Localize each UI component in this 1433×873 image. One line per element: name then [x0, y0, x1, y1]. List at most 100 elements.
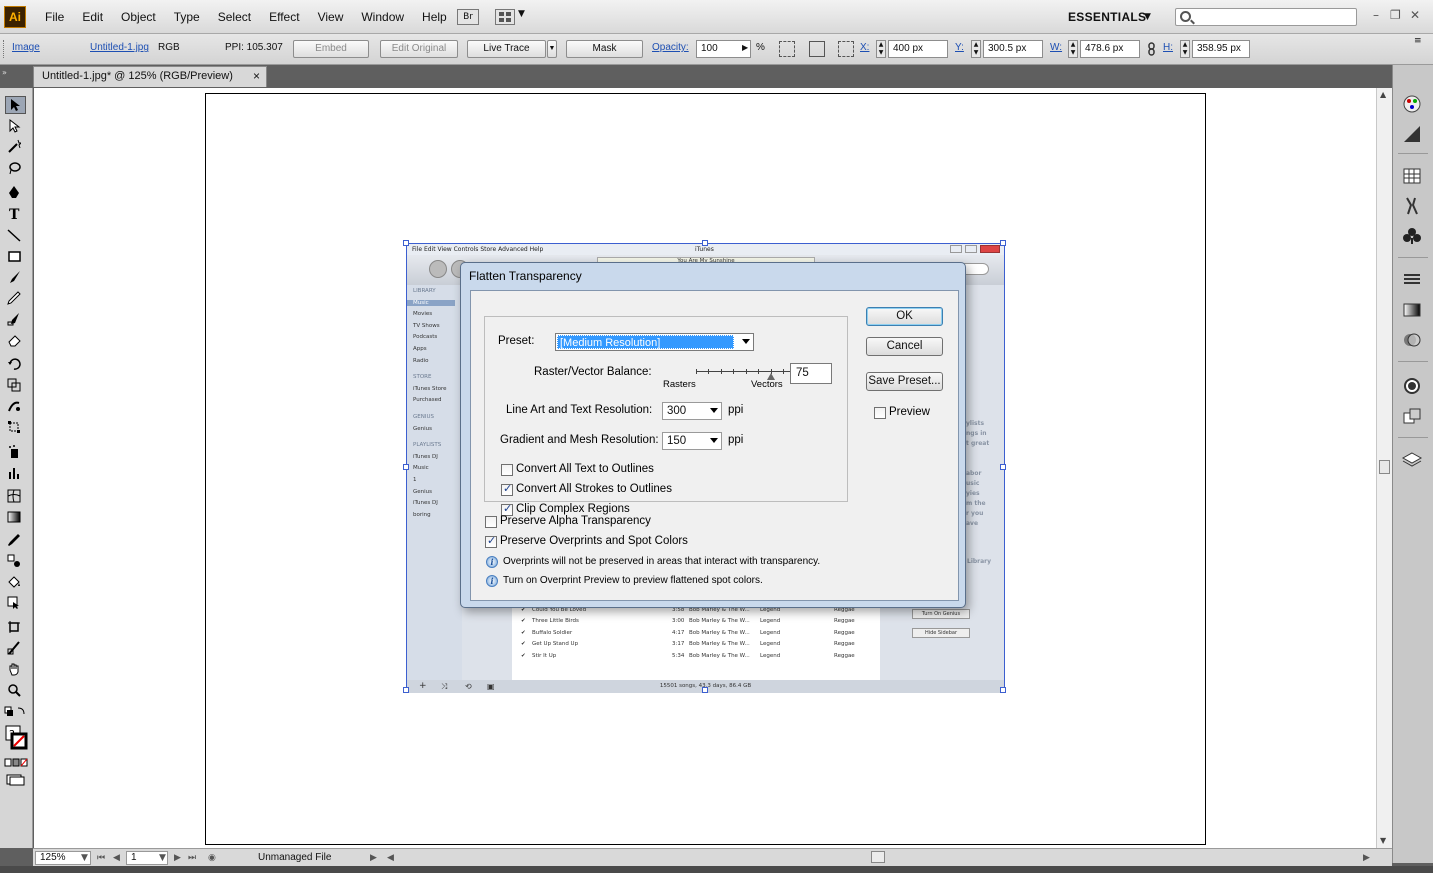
ok-button[interactable]: OK: [866, 307, 943, 326]
chevron-right-icon[interactable]: ▶: [742, 43, 748, 52]
zoom-tool[interactable]: [5, 682, 26, 700]
arrange-documents-icon[interactable]: [495, 9, 515, 25]
menu-effect[interactable]: Effect: [260, 0, 308, 34]
scroll-down-icon[interactable]: ▼: [1380, 836, 1386, 845]
fill-stroke-swatches[interactable]: ?: [4, 724, 28, 752]
hand-tool[interactable]: [5, 661, 26, 679]
menu-select[interactable]: Select: [209, 0, 260, 34]
appearance-icon[interactable]: [1401, 375, 1423, 397]
horizontal-scroll-thumb[interactable]: [871, 851, 885, 863]
x-stepper[interactable]: ▲ ▼: [876, 40, 886, 58]
next-artboard-icon[interactable]: ▶: [174, 851, 181, 865]
selection-tool[interactable]: [5, 96, 26, 114]
object-type-label[interactable]: Image: [12, 42, 40, 53]
vertical-scrollbar[interactable]: ▲ ▼: [1376, 88, 1392, 848]
color-panel-icon[interactable]: [1401, 93, 1423, 115]
status-menu-icon[interactable]: ▶: [370, 851, 377, 865]
scroll-right-icon[interactable]: ▶: [1363, 851, 1370, 865]
resize-handle[interactable]: [1000, 687, 1006, 693]
magic-wand-tool[interactable]: [5, 138, 26, 156]
mesh-tool[interactable]: [5, 488, 26, 506]
transform-icon[interactable]: [809, 41, 825, 57]
resize-handle[interactable]: [403, 240, 409, 246]
menu-edit[interactable]: Edit: [73, 0, 112, 34]
bridge-button[interactable]: Br: [457, 9, 479, 25]
width-field[interactable]: 478.6 px: [1080, 40, 1140, 58]
convert-text-outlines-checkbox[interactable]: [501, 464, 513, 476]
balance-value-field[interactable]: 75: [790, 363, 832, 384]
resize-handle[interactable]: [1000, 240, 1006, 246]
resize-handle[interactable]: [403, 464, 409, 470]
swatches-icon[interactable]: [1401, 165, 1423, 187]
y-label[interactable]: Y:: [955, 42, 964, 53]
blob-brush-tool[interactable]: [5, 311, 26, 329]
menu-type[interactable]: Type: [165, 0, 209, 34]
raster-vector-slider[interactable]: [696, 369, 796, 380]
preset-dropdown[interactable]: [Medium Resolution]: [555, 333, 754, 351]
direct-selection-tool[interactable]: [5, 118, 26, 136]
slice-tool[interactable]: [5, 640, 26, 658]
y-stepper[interactable]: ▲ ▼: [971, 40, 981, 58]
eraser-tool[interactable]: [5, 332, 26, 350]
minimize-icon[interactable]: –: [1373, 8, 1379, 22]
cancel-button[interactable]: Cancel: [866, 337, 943, 356]
close-icon[interactable]: ×: [253, 67, 260, 86]
chevron-down-icon[interactable]: ▼: [1144, 0, 1151, 34]
workspace-switcher[interactable]: ESSENTIALS: [1068, 0, 1146, 34]
convert-strokes-outlines-checkbox[interactable]: [501, 482, 513, 496]
first-artboard-icon[interactable]: ⏮: [97, 851, 105, 865]
artboard-tool[interactable]: [5, 619, 26, 637]
layers-icon[interactable]: [1401, 449, 1423, 471]
menu-object[interactable]: Object: [112, 0, 165, 34]
line-art-resolution-dropdown[interactable]: 300: [662, 402, 722, 420]
vertical-scroll-thumb[interactable]: [1379, 460, 1390, 474]
last-artboard-icon[interactable]: ⏭: [188, 851, 196, 865]
transparency-icon[interactable]: [1401, 329, 1423, 351]
preserve-alpha-checkbox[interactable]: [485, 516, 497, 528]
height-label[interactable]: H:: [1163, 42, 1173, 53]
collapse-tools-icon[interactable]: »: [2, 68, 7, 77]
blend-tool[interactable]: [5, 553, 26, 571]
default-colors-icon[interactable]: [4, 706, 28, 718]
live-trace-button[interactable]: Live Trace: [467, 40, 546, 58]
document-tab[interactable]: Untitled-1.jpg* @ 125% (RGB/Preview) ×: [33, 66, 267, 87]
mask-button[interactable]: Mask: [566, 40, 643, 58]
restore-icon[interactable]: ❐: [1390, 8, 1401, 22]
live-paint-selection-tool[interactable]: [5, 595, 26, 613]
rotate-tool[interactable]: [5, 356, 26, 374]
preview-checkbox[interactable]: [874, 407, 886, 419]
width-label[interactable]: W:: [1050, 42, 1062, 53]
embed-button[interactable]: Embed: [293, 40, 369, 58]
resize-handle[interactable]: [702, 240, 708, 246]
preserve-alpha-label[interactable]: Preserve Alpha Transparency: [500, 515, 651, 527]
linked-file-link[interactable]: Untitled-1.jpg: [90, 42, 149, 53]
x-field[interactable]: 400 px: [888, 40, 948, 58]
menu-view[interactable]: View: [309, 0, 353, 34]
rectangle-tool[interactable]: [5, 248, 26, 266]
height-field[interactable]: 358.95 px: [1192, 40, 1250, 58]
edit-original-button[interactable]: Edit Original: [380, 40, 458, 58]
previous-artboard-icon[interactable]: ◀: [113, 851, 120, 865]
live-paint-bucket-tool[interactable]: [5, 574, 26, 592]
menu-window[interactable]: Window: [352, 0, 413, 34]
graphic-styles-icon[interactable]: [1401, 405, 1423, 427]
opacity-label[interactable]: Opacity:: [652, 42, 689, 53]
gradient-mesh-resolution-dropdown[interactable]: 150: [662, 432, 722, 450]
chevron-down-icon[interactable]: ▼: [518, 9, 525, 19]
column-graph-tool[interactable]: [5, 465, 26, 483]
convert-text-outlines-label[interactable]: Convert All Text to Outlines: [516, 463, 654, 475]
scale-tool[interactable]: [5, 377, 26, 395]
resize-handle[interactable]: [1000, 464, 1006, 470]
chevron-down-icon[interactable]: ▼: [81, 851, 88, 865]
type-tool[interactable]: T: [5, 205, 26, 223]
menu-file[interactable]: File: [36, 0, 73, 34]
tracing-presets-arrow[interactable]: ▼: [547, 40, 557, 58]
line-segment-tool[interactable]: [5, 227, 26, 245]
warp-tool[interactable]: [5, 398, 26, 416]
convert-strokes-outlines-label[interactable]: Convert All Strokes to Outlines: [516, 483, 672, 495]
eyedropper-tool[interactable]: [5, 532, 26, 550]
paintbrush-tool[interactable]: [5, 269, 26, 287]
color-guide-icon[interactable]: [1401, 123, 1423, 145]
resize-handle[interactable]: [702, 687, 708, 693]
preserve-overprints-label[interactable]: Preserve Overprints and Spot Colors: [500, 535, 688, 547]
